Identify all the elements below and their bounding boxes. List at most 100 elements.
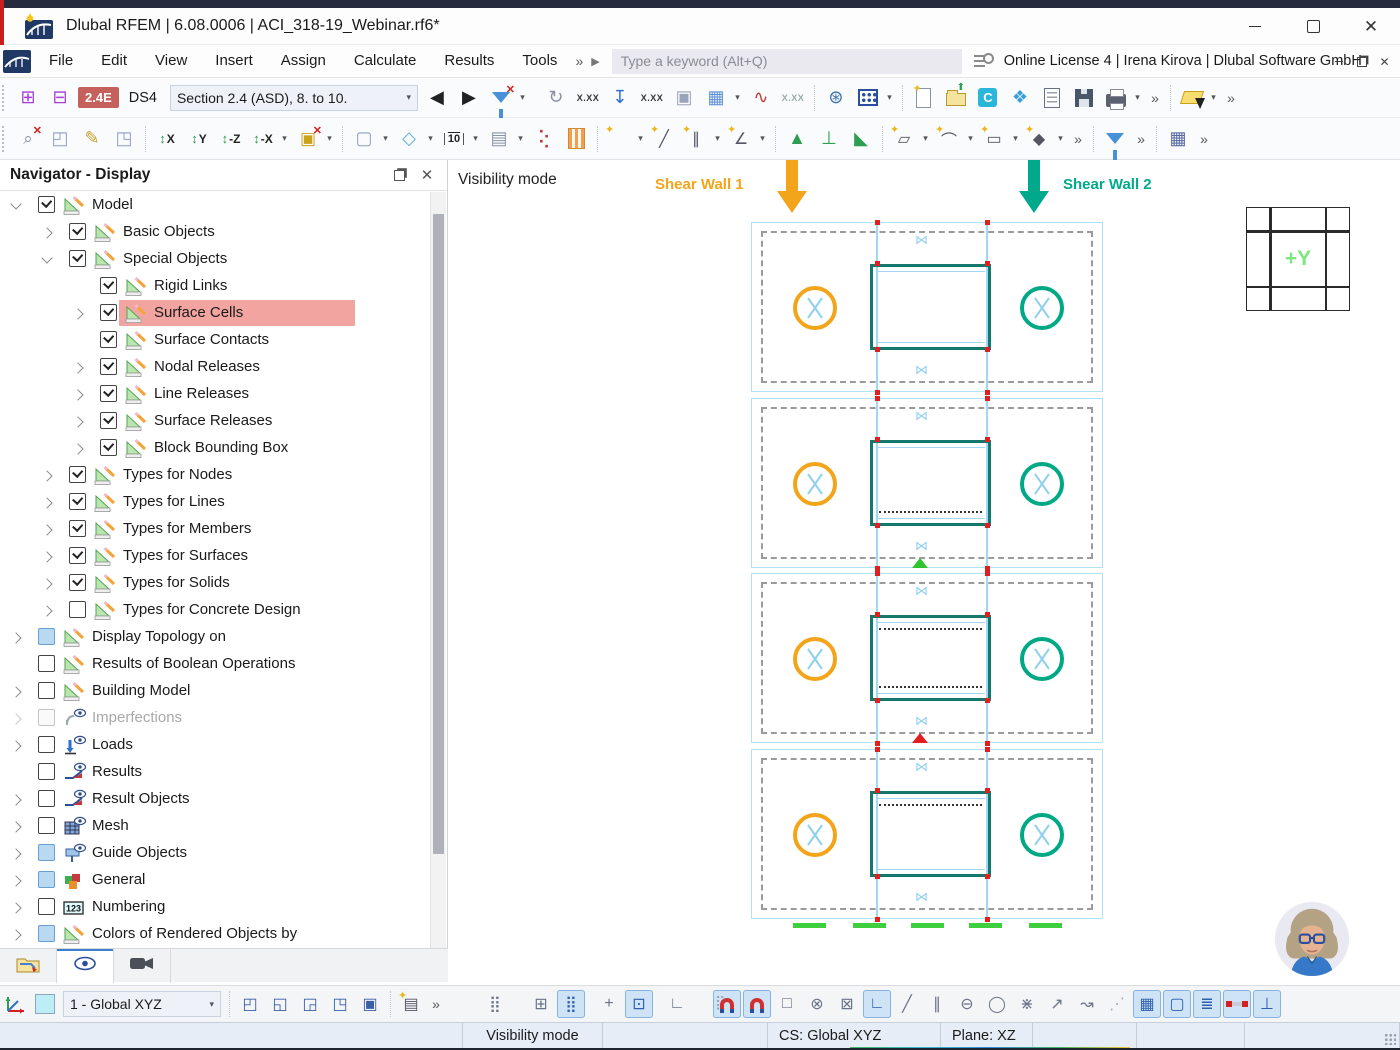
- navigator-title-bar[interactable]: Navigator - Display ✕: [0, 160, 447, 191]
- visibility-checkbox[interactable]: [100, 358, 117, 375]
- visibility-checkbox[interactable]: [100, 412, 117, 429]
- dropdown-chevron-icon[interactable]: ▾: [517, 83, 528, 113]
- endpoint-snap-icon[interactable]: □: [773, 990, 801, 1018]
- calculation-icon[interactable]: ⊛: [821, 83, 851, 113]
- dropdown-chevron-icon[interactable]: ▾: [209, 999, 214, 1010]
- collapse-arrow-icon[interactable]: [41, 252, 52, 263]
- new-polyline-icon[interactable]: ✦∠: [726, 124, 756, 154]
- visibility-checkbox[interactable]: [69, 520, 86, 537]
- tree-row[interactable]: Guide Objects: [0, 840, 430, 867]
- visibility-checkbox[interactable]: [69, 466, 86, 483]
- view-cube-edge[interactable]: [1272, 208, 1325, 230]
- selection-handle[interactable]: [985, 874, 990, 879]
- new-surface-support-icon[interactable]: ◣: [846, 124, 876, 154]
- dropdown-chevron-icon[interactable]: ▾: [380, 124, 391, 154]
- tree-row[interactable]: Surface Releases: [0, 408, 430, 435]
- dropdown-chevron-icon[interactable]: ▾: [324, 124, 335, 154]
- tree-row[interactable]: Surface Contacts: [0, 327, 430, 354]
- selection-handle[interactable]: [985, 741, 990, 746]
- shear-core-wall[interactable]: [870, 791, 991, 877]
- grid-display-icon[interactable]: ⣿: [481, 990, 509, 1018]
- filter-toolbar-overflow-icon[interactable]: »: [1131, 124, 1151, 154]
- bisector-snap-icon[interactable]: ⋇: [1013, 990, 1041, 1018]
- numbering-values-icon[interactable]: X.XX: [573, 83, 603, 113]
- navigator-close-button[interactable]: ✕: [417, 165, 437, 185]
- view-cube-corner[interactable]: [1327, 288, 1349, 310]
- visibility-checkbox[interactable]: [69, 493, 86, 510]
- tree-row[interactable]: Types for Nodes: [0, 462, 430, 489]
- visibility-checkbox[interactable]: [38, 736, 55, 753]
- selection-handle[interactable]: [985, 220, 990, 225]
- visibility-checkbox[interactable]: [38, 196, 55, 213]
- layers-icon[interactable]: ≣: [1193, 990, 1221, 1018]
- attach-to-objects-icon[interactable]: ⊥: [1253, 990, 1281, 1018]
- expand-arrow-icon[interactable]: [72, 443, 83, 454]
- save-icon[interactable]: [1069, 83, 1099, 113]
- next-item-icon[interactable]: ▶: [454, 83, 484, 113]
- toolbar-drag-handle[interactable]: [2, 126, 9, 152]
- zoom-cancel-icon[interactable]: ⌕✕: [13, 124, 43, 154]
- new-opening-icon[interactable]: ✦▭: [979, 124, 1009, 154]
- tree-row[interactable]: Nodal Releases: [0, 354, 430, 381]
- fe-mesh-points-icon[interactable]: ⢕: [529, 124, 559, 154]
- dropdown-chevron-icon[interactable]: ▾: [406, 92, 411, 103]
- selection-handle[interactable]: [875, 612, 880, 617]
- section-selector[interactable]: Section 2.4 (ASD), 8. to 10.▾: [170, 85, 418, 111]
- open-model-icon[interactable]: [941, 83, 971, 113]
- selection-handle[interactable]: [875, 220, 880, 225]
- insert-toolbar-overflow-icon[interactable]: »: [1068, 124, 1088, 154]
- intersection-snap-icon[interactable]: ⊗: [803, 990, 831, 1018]
- selection-handle[interactable]: [985, 347, 990, 352]
- new-line-icon[interactable]: ✦╱: [649, 124, 679, 154]
- column-marker-left[interactable]: [793, 813, 837, 857]
- previous-item-icon[interactable]: ◀: [422, 83, 452, 113]
- expand-arrow-icon[interactable]: [41, 470, 52, 481]
- tree-row[interactable]: Imperfections: [0, 705, 430, 732]
- expand-arrow-icon[interactable]: [10, 902, 21, 913]
- expand-arrow-icon[interactable]: [41, 551, 52, 562]
- visibility-checkbox[interactable]: [69, 574, 86, 591]
- view-cube-corner[interactable]: [1247, 288, 1269, 310]
- background-grid-icon[interactable]: ▦: [1133, 990, 1161, 1018]
- tree-row[interactable]: Surface Cells: [0, 300, 430, 327]
- tables-icon[interactable]: ▦: [1163, 124, 1193, 154]
- tables-toggle-icon[interactable]: ⊟: [45, 83, 75, 113]
- extension-snap-icon[interactable]: ↗: [1043, 990, 1071, 1018]
- document-restore-button[interactable]: [1350, 51, 1373, 73]
- xray-mode-off-icon[interactable]: ▣✕: [293, 124, 323, 154]
- result-values-icon[interactable]: X.XX: [778, 83, 808, 113]
- tree-row[interactable]: Rigid Links: [0, 273, 430, 300]
- new-grid-icon[interactable]: ⊞: [527, 990, 555, 1018]
- perspective-view-icon[interactable]: ◳: [109, 124, 139, 154]
- tree-row[interactable]: Display Topology on: [0, 624, 430, 651]
- expand-arrow-icon[interactable]: [41, 605, 52, 616]
- line-endpoints-icon[interactable]: [1223, 990, 1251, 1018]
- new-member-icon[interactable]: ✦∥: [681, 124, 711, 154]
- visibility-checkbox[interactable]: [100, 277, 117, 294]
- view-cube-edge[interactable]: [1272, 288, 1325, 310]
- dropdown-chevron-icon[interactable]: ▾: [425, 124, 436, 154]
- model-canvas[interactable]: Visibility mode +Y Shear W: [449, 160, 1400, 985]
- selection-handle[interactable]: [875, 788, 880, 793]
- shear-core-wall[interactable]: [870, 440, 991, 526]
- cs-color-swatch[interactable]: [31, 990, 59, 1018]
- navigator-toggle-icon[interactable]: ⊞: [13, 83, 43, 113]
- visibility-filter-icon[interactable]: [1100, 124, 1130, 154]
- visibility-checkbox[interactable]: [38, 655, 55, 672]
- dimension-icon[interactable]: 10: [439, 124, 469, 154]
- visibility-checkbox[interactable]: [100, 439, 117, 456]
- tree-row[interactable]: General: [0, 867, 430, 894]
- resize-grip[interactable]: [1384, 1033, 1396, 1045]
- tree-row[interactable]: Block Bounding Box: [0, 435, 430, 462]
- menu-calculate[interactable]: Calculate: [340, 45, 431, 77]
- tree-row[interactable]: Types for Members: [0, 516, 430, 543]
- expand-arrow-icon[interactable]: [10, 740, 21, 751]
- view-cube[interactable]: +Y: [1246, 207, 1350, 311]
- dropdown-chevron-icon[interactable]: ▾: [965, 124, 976, 154]
- tree-row[interactable]: Special Objects: [0, 246, 430, 273]
- maximize-button[interactable]: [1284, 8, 1342, 45]
- expand-arrow-icon[interactable]: [10, 821, 21, 832]
- tree-row[interactable]: Line Releases: [0, 381, 430, 408]
- dropdown-chevron-icon[interactable]: ▾: [515, 124, 526, 154]
- menu-tools[interactable]: Tools: [508, 45, 571, 77]
